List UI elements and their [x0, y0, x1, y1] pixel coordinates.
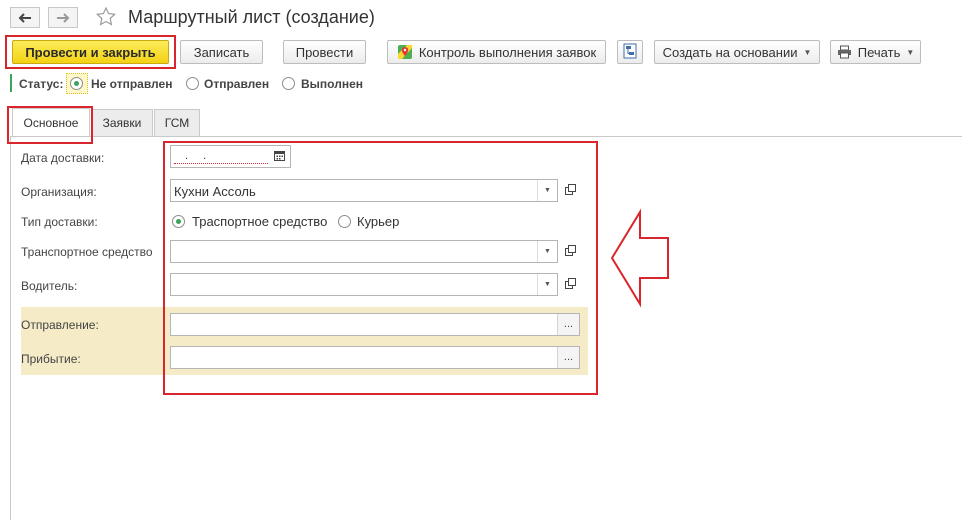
structure-button[interactable] [617, 40, 643, 64]
print-label: Печать [857, 44, 901, 60]
status-option-done[interactable]: Выполнен [301, 77, 363, 91]
chevron-down-icon: ▼ [803, 47, 812, 57]
arrow-right-icon [56, 12, 70, 23]
back-button[interactable] [10, 7, 40, 28]
post-button[interactable]: Провести [283, 40, 366, 64]
panel-left-border [10, 136, 11, 520]
tab-fuel[interactable]: ГСМ [154, 109, 200, 136]
arrow-left-icon [18, 12, 32, 23]
arrow-left-annotation-icon [610, 208, 669, 308]
tab-divider [10, 136, 962, 137]
print-button[interactable]: Печать ▼ [830, 40, 921, 64]
vehicle-label: Транспортное средство [21, 245, 153, 259]
map-pin-icon [397, 44, 413, 60]
organization-label: Организация: [21, 185, 97, 199]
create-based-on-button[interactable]: Создать на основании ▼ [654, 40, 820, 64]
chevron-down-icon: ▼ [906, 47, 915, 57]
star-icon [95, 6, 117, 29]
create-based-on-label: Создать на основании [662, 44, 798, 60]
driver-label: Водитель: [21, 279, 78, 293]
delivery-date-label: Дата доставки: [21, 151, 105, 165]
forward-button[interactable] [48, 7, 78, 28]
control-orders-label: Контроль выполнения заявок [418, 44, 597, 60]
status-option-sent[interactable]: Отправлен [204, 77, 269, 91]
document-structure-icon [623, 43, 637, 62]
page-title: Маршрутный лист (создание) [128, 7, 375, 27]
tab-orders[interactable]: Заявки [91, 109, 153, 136]
status-label: Статус: [19, 77, 64, 91]
status-radio-sent[interactable] [186, 77, 199, 90]
arrival-label: Прибытие: [21, 352, 81, 366]
delivery-type-label: Тип доставки: [21, 215, 98, 229]
departure-label: Отправление: [21, 318, 99, 332]
status-indicator [10, 74, 12, 92]
highlight-frame-main-tab [7, 106, 93, 144]
status-radio-not-sent[interactable] [70, 77, 83, 90]
highlight-frame-post-close [5, 35, 176, 69]
highlight-frame-fields [163, 141, 598, 395]
printer-icon [837, 45, 852, 59]
control-orders-button[interactable]: Контроль выполнения заявок [387, 40, 606, 64]
status-option-not-sent[interactable]: Не отправлен [91, 77, 172, 91]
status-radio-done[interactable] [282, 77, 295, 90]
favorite-button[interactable] [95, 6, 117, 29]
save-button[interactable]: Записать [180, 40, 263, 64]
